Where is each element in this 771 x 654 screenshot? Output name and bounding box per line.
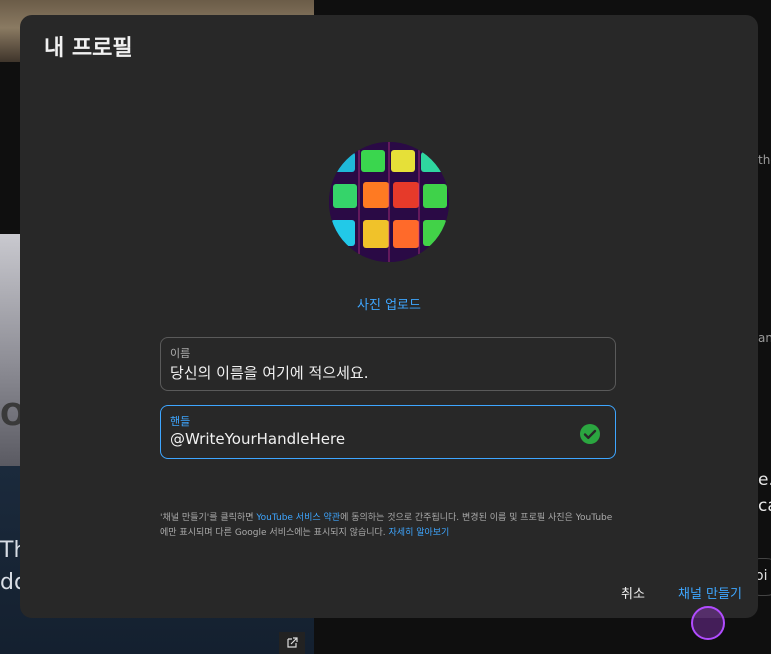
check-circle-icon [580,424,600,444]
name-input[interactable]: 당신의 이름을 여기에 적으세요. [170,362,368,383]
side-text-fragment: ca [758,496,771,516]
side-text-fragment: e. [758,470,771,490]
handle-field-label: 핸들 [170,415,191,428]
dialog-title: 내 프로필 [44,36,133,61]
handle-field[interactable]: 핸들 @WriteYourHandleHere [160,405,616,459]
side-text-fragment: the [758,153,771,167]
profile-avatar[interactable] [329,142,449,262]
external-link-icon[interactable] [279,632,305,654]
terms-text: '채널 만들기'를 클릭하면 [160,513,257,523]
cursor-indicator [691,606,725,640]
handle-input[interactable]: @WriteYourHandleHere [170,430,345,448]
terms-of-service-link[interactable]: YouTube 서비스 약관 [256,513,340,523]
page-background [0,62,22,234]
cancel-button[interactable]: 취소 [621,583,645,602]
terms-notice: '채널 만들기'를 클릭하면 YouTube 서비스 약관에 동의하는 것으로 … [160,511,620,541]
side-text-fragment: and [758,331,771,345]
create-channel-button[interactable]: 채널 만들기 [678,583,742,602]
name-field-label: 이름 [170,347,191,360]
learn-more-link[interactable]: 자세히 알아보기 [389,528,450,538]
upload-photo-link[interactable]: 사진 업로드 [20,294,758,313]
name-field[interactable]: 이름 당신의 이름을 여기에 적으세요. [160,337,616,391]
profile-dialog: 내 프로필 사진 업로드 이름 당신의 이름을 여기에 적으세요. 핸들 @Wr… [20,15,758,618]
